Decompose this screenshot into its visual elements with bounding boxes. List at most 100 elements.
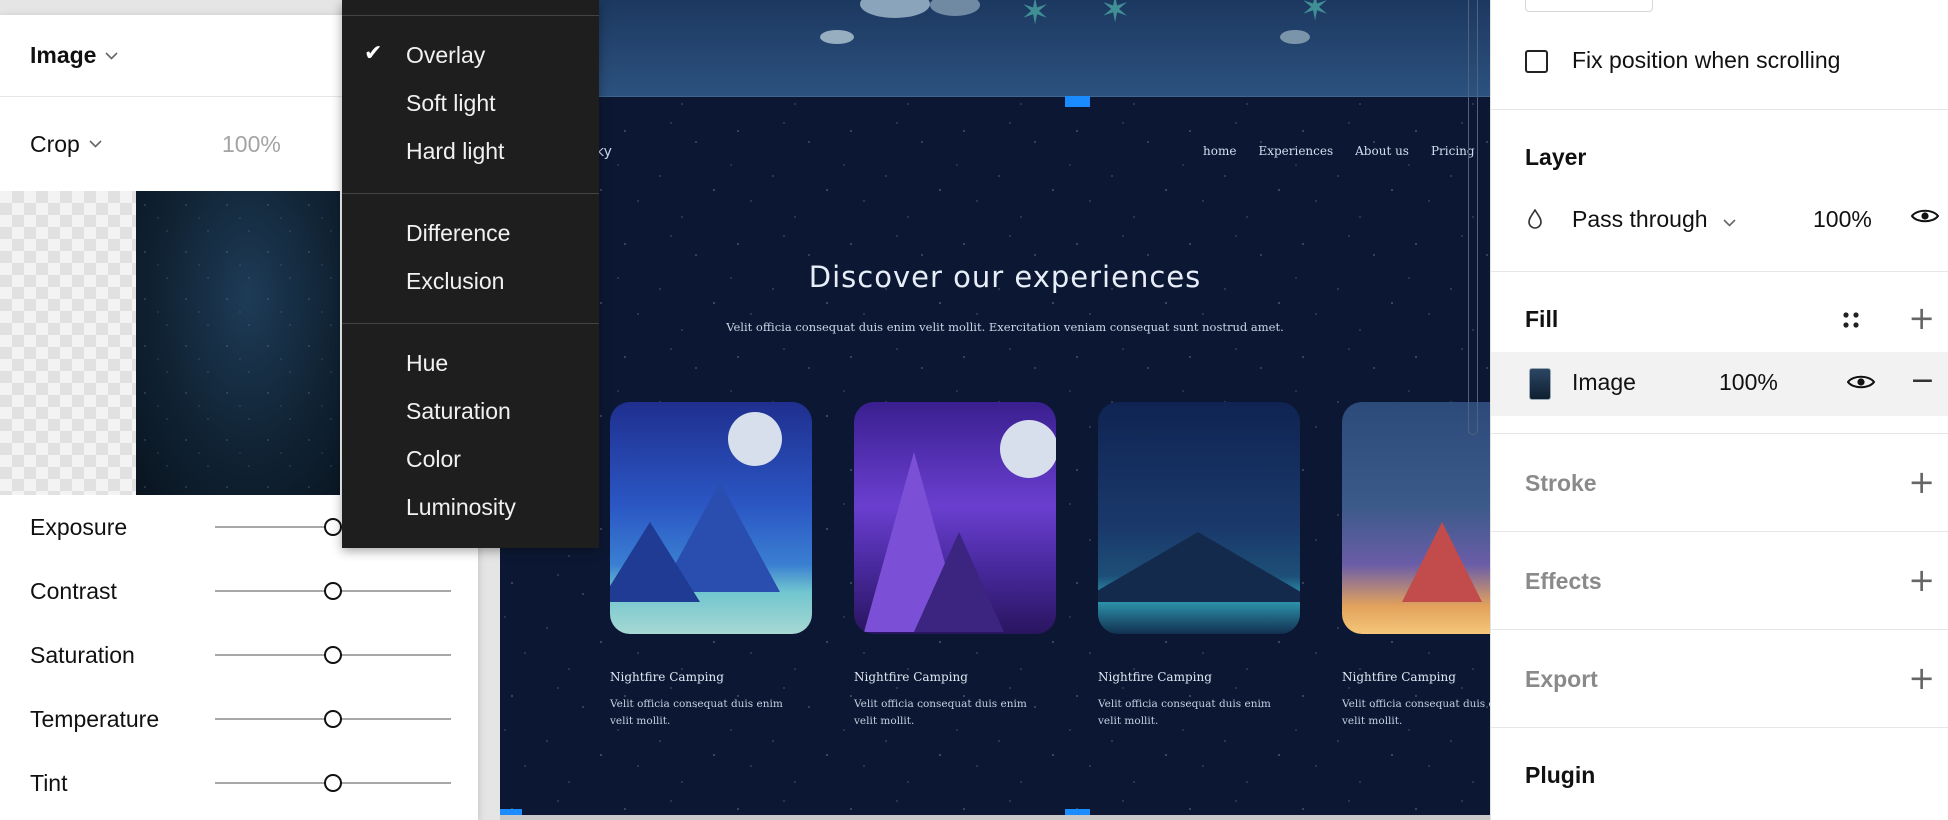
fill-swatch[interactable] xyxy=(1529,368,1551,400)
menu-item-overlay[interactable]: Overlay xyxy=(406,42,485,69)
menu-separator xyxy=(342,323,599,324)
website-frame[interactable]: ✶ ✶ ✶ ky home Experiences About us Prici… xyxy=(500,0,1490,820)
add-export-plus-icon[interactable]: + xyxy=(1908,662,1935,694)
fill-section: Fill + Image 100% − xyxy=(1491,272,1948,434)
transparency-checkerboard xyxy=(0,191,136,495)
card-title: Nightfire Camping xyxy=(854,670,968,684)
properties-panel: Fix position when scrolling Layer Pass t… xyxy=(1490,0,1948,820)
remove-fill-minus-icon[interactable]: − xyxy=(1910,366,1935,396)
card-description: Velit officia consequat duis enim velit … xyxy=(610,698,783,727)
card-title: Nightfire Camping xyxy=(610,670,724,684)
adjustment-row: Temperature xyxy=(0,687,478,751)
card-image xyxy=(854,402,1056,634)
card-description: Velit officia consequat duis enim velit … xyxy=(1342,698,1490,727)
plugin-title: Plugin xyxy=(1525,762,1596,788)
blend-mode-menu: ✔ Overlay Soft light Hard light Differen… xyxy=(342,0,599,548)
adjustment-label: Saturation xyxy=(30,641,135,668)
add-effect-plus-icon[interactable]: + xyxy=(1908,564,1935,596)
adjustment-row: Contrast xyxy=(0,559,478,623)
menu-separator xyxy=(342,193,599,194)
chevron-down-icon xyxy=(1723,216,1736,230)
card-image xyxy=(610,402,812,634)
adjustment-label: Temperature xyxy=(30,705,160,732)
droplet-icon xyxy=(1527,208,1543,234)
add-fill-plus-icon[interactable]: + xyxy=(1908,302,1935,334)
site-subheading: Velit officia consequat duis enim velit … xyxy=(726,320,1284,334)
card-image xyxy=(1342,402,1490,634)
site-nav-about[interactable]: About us xyxy=(1355,144,1409,158)
layer-title: Layer xyxy=(1525,144,1587,170)
slider-knob[interactable] xyxy=(324,646,342,664)
chevron-down-icon xyxy=(105,49,119,63)
experience-card[interactable]: Nightfire Camping Velit officia consequa… xyxy=(610,402,812,730)
add-stroke-plus-icon[interactable]: + xyxy=(1908,466,1935,498)
site-nav: home Experiences About us Pricing xyxy=(1203,144,1475,158)
slider-knob[interactable] xyxy=(324,710,342,728)
adjustment-label: Exposure xyxy=(30,513,128,540)
fill-title: Fill xyxy=(1525,306,1559,332)
plugin-section: Plugin xyxy=(1491,728,1948,820)
menu-separator xyxy=(342,15,599,16)
experience-card[interactable]: Nightfire Camping Velit officia consequa… xyxy=(1098,402,1300,730)
stroke-title: Stroke xyxy=(1525,470,1597,496)
layer-blend-value: Pass through xyxy=(1572,206,1708,232)
menu-item-hue[interactable]: Hue xyxy=(406,350,448,377)
fix-position-checkbox[interactable] xyxy=(1525,50,1548,73)
adjustment-slider[interactable] xyxy=(215,646,451,664)
crop-label: Crop xyxy=(30,130,80,157)
menu-item-luminosity[interactable]: Luminosity xyxy=(406,494,516,521)
experience-card[interactable]: Nightfire Camping Velit officia consequa… xyxy=(854,402,1056,730)
card-description: Velit officia consequat duis enim velit … xyxy=(854,698,1027,727)
fill-type-label[interactable]: Image xyxy=(1572,369,1636,396)
effects-section: Effects + xyxy=(1491,532,1948,630)
slider-knob[interactable] xyxy=(324,518,342,536)
adjustment-slider[interactable] xyxy=(215,710,451,728)
card-description: Velit officia consequat duis enim velit … xyxy=(1098,698,1271,727)
crop-value: 100% xyxy=(222,130,281,157)
fill-opacity[interactable]: 100% xyxy=(1719,369,1778,396)
site-nav-home[interactable]: home xyxy=(1203,144,1236,158)
adjustment-label: Contrast xyxy=(30,577,117,604)
preview-thumbnail xyxy=(136,191,340,495)
layer-opacity[interactable]: 100% xyxy=(1813,206,1872,233)
stroke-section: Stroke + xyxy=(1491,434,1948,532)
image-panel-title: Image xyxy=(30,42,97,68)
site-nav-experiences[interactable]: Experiences xyxy=(1258,144,1333,158)
layer-section: Layer Pass through 100% xyxy=(1491,110,1948,272)
menu-item-exclusion[interactable]: Exclusion xyxy=(406,268,504,295)
fix-position-label: Fix position when scrolling xyxy=(1572,47,1841,73)
card-image xyxy=(1098,402,1300,634)
menu-item-difference[interactable]: Difference xyxy=(406,220,510,247)
adjustment-slider[interactable] xyxy=(215,774,451,792)
fill-row[interactable]: Image 100% − xyxy=(1491,352,1948,416)
card-title: Nightfire Camping xyxy=(1098,670,1212,684)
constraint-dropdown[interactable] xyxy=(1525,0,1653,12)
card-title: Nightfire Camping xyxy=(1342,670,1456,684)
adjustment-row: Saturation xyxy=(0,623,478,687)
constraints-section: Fix position when scrolling xyxy=(1491,0,1948,110)
menu-item-saturation[interactable]: Saturation xyxy=(406,398,511,425)
slider-knob[interactable] xyxy=(324,774,342,792)
menu-item-hard-light[interactable]: Hard light xyxy=(406,138,504,165)
slider-knob[interactable] xyxy=(324,582,342,600)
eye-icon[interactable] xyxy=(1910,206,1940,231)
site-heading: Discover our experiences xyxy=(808,260,1202,294)
canvas-bottom-edge xyxy=(500,815,1490,820)
menu-item-color[interactable]: Color xyxy=(406,446,461,473)
hero-illustration: ✶ ✶ ✶ xyxy=(500,0,1490,97)
adjustment-slider[interactable] xyxy=(215,582,451,600)
adjustment-label: Tint xyxy=(30,769,68,796)
grid-dots-icon[interactable] xyxy=(1841,310,1861,335)
adjustment-row: Tint xyxy=(0,751,478,815)
chevron-down-icon[interactable] xyxy=(89,137,102,151)
eye-icon[interactable] xyxy=(1846,372,1876,397)
check-icon: ✔ xyxy=(364,41,383,66)
export-title: Export xyxy=(1525,666,1598,692)
menu-item-soft-light[interactable]: Soft light xyxy=(406,90,496,117)
effects-title: Effects xyxy=(1525,568,1602,594)
experience-card[interactable]: Nightfire Camping Velit officia consequa… xyxy=(1342,402,1490,730)
selection-handle-top[interactable] xyxy=(1065,96,1090,107)
layer-blend-dropdown[interactable]: Pass through xyxy=(1572,206,1736,233)
export-section: Export + xyxy=(1491,630,1948,728)
canvas-scrollbar[interactable] xyxy=(1468,0,1478,435)
